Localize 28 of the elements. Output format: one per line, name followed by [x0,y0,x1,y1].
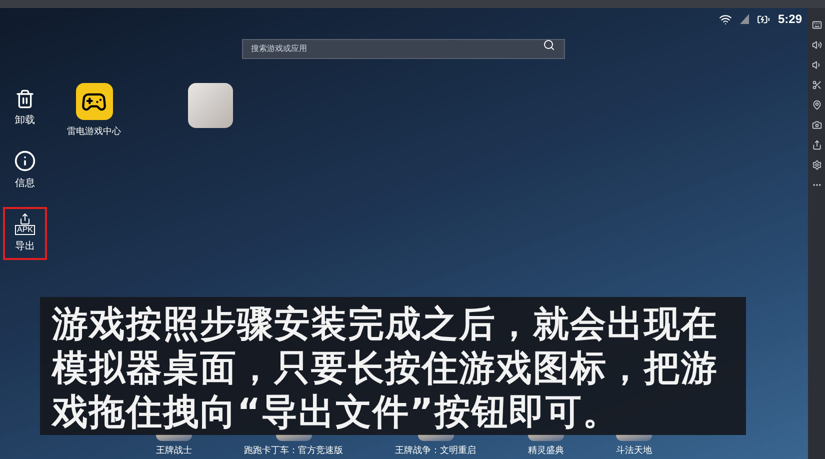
info-icon [14,150,36,172]
scissors-icon[interactable] [812,80,822,90]
speaker-icon[interactable] [812,60,822,70]
signal-icon [740,14,749,24]
app-label: 精灵盛典 [528,444,564,456]
app-label: 王牌战士 [156,444,192,456]
app-label: 雷电游戏中心 [67,125,121,138]
side-action-button[interactable]: 信息 [3,144,47,197]
clock-time: 5:29 [778,11,802,28]
app-label: 跑跑卡丁车：官方竞速版 [244,444,343,456]
trash-icon [15,89,35,109]
game-app-icon[interactable] [188,83,232,128]
gamepad-app-icon[interactable] [76,83,112,120]
keyboard-icon[interactable] [812,20,822,30]
speaker-icon[interactable] [812,40,822,50]
search-field[interactable]: 搜索游戏或应用 [242,38,565,58]
side-action-button[interactable]: APK 导出 [3,207,47,260]
app-label: 斗法天地 [616,444,652,456]
side-action-button[interactable]: 卸载 [3,83,47,134]
battery-icon [756,12,770,26]
wifi-icon [718,12,732,26]
search-icon[interactable] [543,39,555,51]
settings-icon[interactable] [812,160,822,170]
location-icon[interactable] [812,100,822,110]
caption-text: 游戏按照步骤安装完成之后，就会出现在模拟器桌面，只要长按住游戏图标，把游戏拖住拽向“导出文件”按钮即可。 [40,297,746,435]
app-label: 王牌战争：文明重启 [395,444,476,456]
share-icon[interactable] [812,140,822,150]
camera-icon[interactable] [812,120,822,130]
